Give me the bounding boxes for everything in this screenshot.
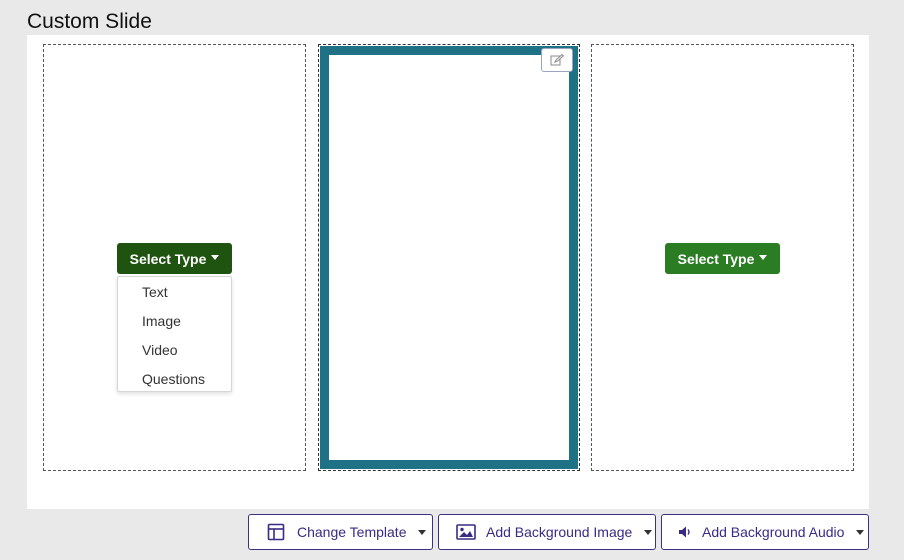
page-title: Custom Slide — [27, 10, 152, 33]
slide-column-middle[interactable] — [318, 44, 580, 471]
dropdown-item-questions[interactable]: Questions — [118, 365, 231, 394]
add-background-audio-button[interactable]: Add Background Audio — [661, 514, 869, 550]
add-background-image-label: Add Background Image — [486, 524, 633, 540]
dropdown-item-text[interactable]: Text — [118, 278, 231, 307]
select-type-label: Select Type — [129, 250, 207, 267]
slide-column-right[interactable]: Select Type — [591, 44, 854, 471]
edit-icon — [550, 54, 564, 66]
add-background-audio-label: Add Background Audio — [702, 524, 845, 540]
caret-down-icon — [418, 529, 427, 535]
slide-canvas: Select Type Text Image Video Questions S… — [27, 35, 869, 509]
change-template-button[interactable]: Change Template — [248, 514, 433, 550]
change-template-label: Change Template — [297, 524, 407, 540]
caret-down-icon — [211, 255, 220, 260]
caret-down-icon — [856, 529, 865, 535]
caret-down-icon — [759, 255, 768, 260]
image-icon — [456, 524, 476, 540]
selected-column-frame — [320, 46, 578, 469]
edit-column-button[interactable] — [541, 48, 573, 72]
template-icon — [267, 523, 285, 541]
speaker-icon — [678, 525, 692, 539]
dropdown-item-video[interactable]: Video — [118, 336, 231, 365]
add-background-image-button[interactable]: Add Background Image — [438, 514, 656, 550]
dropdown-item-image[interactable]: Image — [118, 307, 231, 336]
select-type-button-left[interactable]: Select Type — [117, 243, 232, 274]
caret-down-icon — [644, 529, 653, 535]
select-type-dropdown: Text Image Video Questions — [117, 276, 232, 392]
select-type-button-right[interactable]: Select Type — [665, 243, 780, 274]
select-type-label: Select Type — [677, 250, 755, 267]
slide-column-left[interactable]: Select Type Text Image Video Questions — [43, 44, 306, 471]
